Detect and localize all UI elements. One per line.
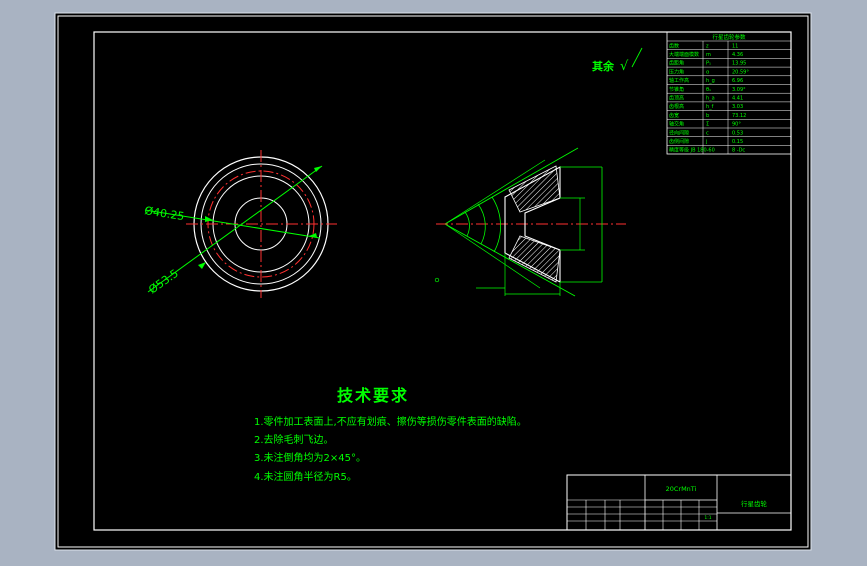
param-value: 13.95 [732,61,746,67]
param-symbol: h_f [706,104,714,110]
param-value: 20.59° [732,69,749,75]
param-value: 90° [732,122,741,128]
param-name: 节锥角 [669,86,684,93]
tech-req-item-4: 4.未注圆角半径为R5。 [254,470,357,483]
param-name: 精度等级 JB 180-60 [669,147,715,154]
param-symbol: m [706,52,711,58]
param-name: 齿数 [669,42,679,49]
cad-viewport[interactable]: Ø40.25 Ø53.5 其余 √ 行星齿轮参数 齿数 z 11 大端端面模数 … [0,0,867,562]
param-value: 3.03 [732,104,743,110]
param-value: 4.36 [732,52,743,58]
tech-req-item-2: 2.去除毛刺飞边。 [254,433,334,446]
param-symbol: θ₁ [706,87,711,93]
param-symbol: Σ [706,122,709,128]
param-symbol: c [706,130,709,136]
param-name: 齿距角 [669,60,684,67]
tb-material: 20CrMnTi [666,485,697,493]
param-value: 0.53 [732,130,743,136]
param-symbol: z [706,43,709,49]
tb-scale: 1:1 [704,515,711,521]
surface-finish-label: 其余 [592,59,615,73]
param-value: 3.09° [732,87,746,93]
param-table-title: 行星齿轮参数 [712,33,746,41]
tech-req-item-1: 1.零件加工表面上,不应有划痕、擦伤等损伤零件表面的缺陷。 [254,415,527,428]
param-name: 齿宽 [669,112,679,119]
param-name: 齿顶高 [669,95,684,102]
param-symbol: h_a [706,96,715,102]
param-value: 4.41 [732,96,743,102]
param-name: 轴工作高 [669,77,689,84]
param-name: 径向间隙 [669,129,689,136]
param-value: 0.15 [732,139,743,145]
tb-part-name: 行星齿轮 [741,499,768,508]
param-symbol: P₁ [706,61,711,67]
param-symbol: j [705,139,707,145]
param-name: 齿侧间隙 [669,138,689,145]
param-symbol: h_g [706,78,715,84]
surface-finish-symbol: √ [620,59,629,74]
param-name: 压力角 [669,68,684,75]
tech-req-title: 技术要求 [337,386,409,405]
param-value: 8 -Dc [732,148,745,154]
param-name: 齿根高 [669,103,684,110]
param-value: 11 [732,43,738,49]
param-symbol: b [706,113,709,119]
param-name: 轴交角 [669,121,684,128]
param-name: 大端端面模数 [669,51,699,58]
param-value: 73.12 [732,113,746,119]
drawing-canvas[interactable]: Ø40.25 Ø53.5 其余 √ 行星齿轮参数 齿数 z 11大端端面模数 m… [0,0,867,562]
tech-req-item-3: 3.未注倒角均为2×45°。 [254,451,366,464]
param-value: 6.96 [732,78,743,84]
